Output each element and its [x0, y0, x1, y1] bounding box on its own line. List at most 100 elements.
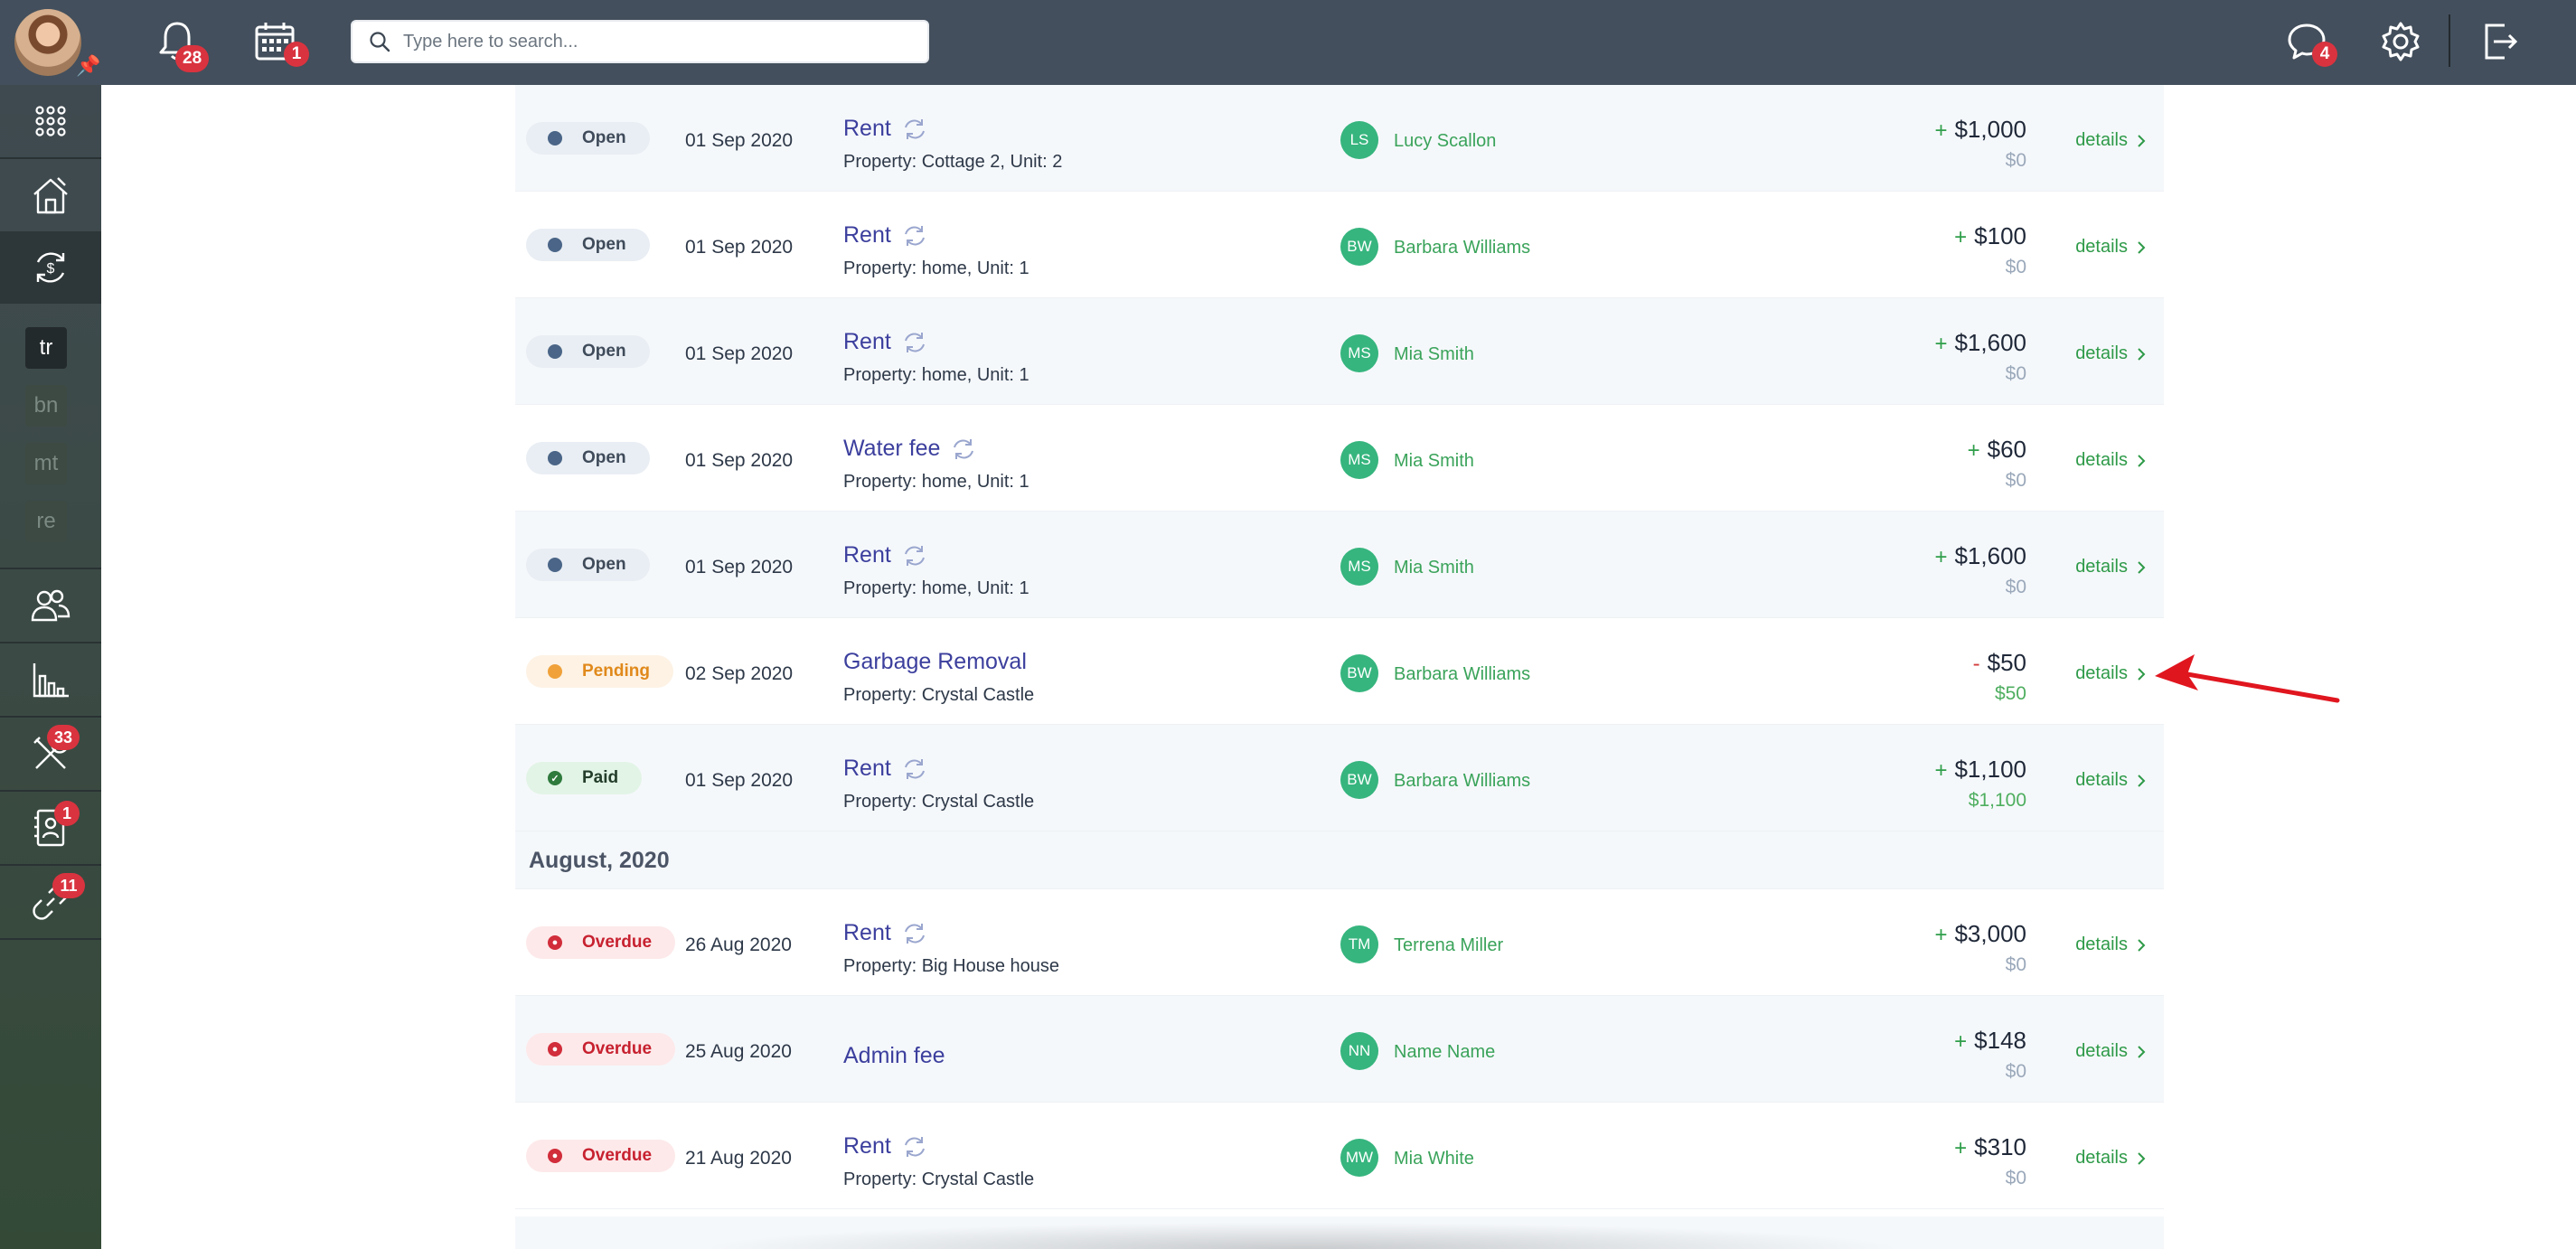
payer-avatar: BW [1340, 228, 1378, 266]
transaction-title-link[interactable]: Garbage Removal [843, 649, 1027, 675]
settings-button[interactable] [2374, 14, 2428, 69]
transaction-title[interactable]: Rent [843, 116, 891, 142]
sidebar-item-people[interactable] [0, 569, 101, 642]
recurring-icon [904, 758, 925, 779]
integrations-badge: 11 [52, 873, 85, 898]
payer-name-link[interactable]: Name Name [1394, 1042, 1495, 1063]
amount: - $50 [1973, 649, 2026, 677]
transaction-title-link[interactable]: Rent [843, 542, 927, 568]
calendar-button[interactable]: 1 [248, 14, 309, 69]
property-label: Property: Crystal Castle [843, 685, 1035, 705]
transaction-title[interactable]: Rent [843, 222, 891, 249]
sidebar-code-tr[interactable]: tr [25, 327, 67, 369]
details-link[interactable]: details [2075, 1041, 2146, 1062]
logout-button[interactable] [2473, 14, 2527, 69]
amount: + $1,000 [1934, 116, 2026, 144]
transaction-title-link[interactable]: Rent [843, 756, 927, 782]
payer-avatar: MS [1340, 334, 1378, 372]
transaction-title-link[interactable]: Rent [843, 222, 927, 249]
sidebar-item-integrations[interactable] [0, 866, 101, 938]
search-icon [370, 32, 390, 52]
messages-button[interactable]: 4 [2280, 14, 2337, 69]
sidebar-item-accounting[interactable]: $ [0, 231, 101, 304]
sidebar-item-properties[interactable] [0, 159, 101, 231]
table-row[interactable]: ● Overdue 26 Aug 2020 Rent Property: Big Hou… [515, 889, 2164, 996]
table-row[interactable]: ● Overdue 21 Aug 2020 Rent Property: Crystal… [515, 1103, 2164, 1209]
details-link[interactable]: details [2075, 934, 2146, 955]
payer-name-link[interactable]: Terrena Miller [1394, 935, 1503, 956]
details-link[interactable]: details [2075, 557, 2146, 578]
status-badge: ● Overdue [526, 1033, 676, 1066]
details-link[interactable]: details [2075, 130, 2146, 151]
details-link[interactable]: details [2075, 663, 2146, 684]
recurring-icon [904, 118, 925, 139]
table-row[interactable]: Pending 02 Sep 2020 Garbage Removal Propert… [515, 618, 2164, 725]
transaction-title[interactable]: Rent [843, 1133, 891, 1160]
user-avatar[interactable] [14, 9, 81, 76]
details-link[interactable]: details [2075, 343, 2146, 364]
transaction-title[interactable]: Garbage Removal [843, 649, 1027, 675]
details-link[interactable]: details [2075, 770, 2146, 791]
status-label: Pending [582, 662, 650, 681]
sidebar-code-mt[interactable]: mt [25, 443, 67, 484]
transaction-date: 26 Aug 2020 [685, 934, 792, 955]
status-dot-icon [548, 664, 562, 679]
amount-value: $1,600 [1954, 542, 2026, 569]
payer-name-link[interactable]: Mia Smith [1394, 344, 1474, 365]
recurring-icon [904, 923, 925, 944]
sidebar-code-re[interactable]: re [25, 501, 67, 542]
payer-name-link[interactable]: Mia White [1394, 1149, 1474, 1169]
notifications-button[interactable]: 28 [150, 14, 210, 72]
transaction-title[interactable]: Rent [843, 542, 891, 568]
details-label[interactable]: details [2075, 1041, 2128, 1062]
transaction-title[interactable]: Admin fee [843, 1043, 945, 1069]
apps-menu-button[interactable] [0, 85, 101, 157]
details-label[interactable]: details [2075, 934, 2128, 955]
transaction-title[interactable]: Water fee [843, 436, 940, 462]
payer-name-link[interactable]: Mia Smith [1394, 558, 1474, 578]
payer-name-link[interactable]: Barbara Williams [1394, 238, 1530, 258]
table-row[interactable]: ● Overdue 25 Aug 2020 Admin fee NN Name Name +… [515, 996, 2164, 1103]
paid-amount: $1,100 [1968, 790, 2026, 811]
pin-icon[interactable]: 📌 [76, 54, 100, 78]
details-link[interactable]: details [2075, 237, 2146, 258]
transaction-title[interactable]: Rent [843, 756, 891, 782]
details-label[interactable]: details [2075, 1148, 2128, 1169]
recurring-icon [904, 332, 925, 352]
details-label[interactable]: details [2075, 557, 2128, 578]
transaction-title-link[interactable]: Rent [843, 116, 927, 142]
details-link[interactable]: details [2075, 1148, 2146, 1169]
sidebar-item-contacts[interactable] [0, 792, 101, 864]
status-dot-icon [548, 558, 562, 572]
details-label[interactable]: details [2075, 450, 2128, 471]
payer-name-link[interactable]: Lucy Scallon [1394, 131, 1496, 152]
transaction-title-link[interactable]: Rent [843, 920, 927, 946]
status-dot-icon [548, 238, 562, 252]
details-label[interactable]: details [2075, 130, 2128, 151]
transaction-title-link[interactable]: Rent [843, 1133, 927, 1160]
sidebar-item-reports[interactable] [0, 643, 101, 716]
transaction-title-link[interactable]: Water fee [843, 436, 976, 462]
transaction-title-link[interactable]: Rent [843, 329, 927, 355]
details-link[interactable]: details [2075, 450, 2146, 471]
details-label[interactable]: details [2075, 770, 2128, 791]
payer-name-link[interactable]: Mia Smith [1394, 451, 1474, 472]
payer-name-link[interactable]: Barbara Williams [1394, 664, 1530, 685]
table-row[interactable]: Open 01 Sep 2020 Rent Property: home, Unit:… [515, 192, 2164, 298]
details-label[interactable]: details [2075, 343, 2128, 364]
transaction-title-link[interactable]: Admin fee [843, 1043, 945, 1069]
transaction-title[interactable]: Rent [843, 920, 891, 946]
table-row[interactable]: Open 01 Sep 2020 Rent Property: home, Unit:… [515, 298, 2164, 405]
table-row[interactable]: Open 01 Sep 2020 Water fee Property: home, … [515, 405, 2164, 512]
payer-name-link[interactable]: Barbara Williams [1394, 771, 1530, 792]
table-row[interactable]: Open 01 Sep 2020 Rent Property: Cottage 2, … [515, 85, 2164, 192]
table-row[interactable]: Open 01 Sep 2020 Rent Property: home, Unit:… [515, 512, 2164, 618]
transaction-date: 02 Sep 2020 [685, 663, 794, 684]
table-row[interactable]: ✓ Paid 01 Sep 2020 Rent Property: Crystal Ca… [515, 725, 2164, 831]
sidebar-code-bn[interactable]: bn [25, 385, 67, 427]
transaction-title[interactable]: Rent [843, 329, 891, 355]
details-label[interactable]: details [2075, 663, 2128, 684]
search-input[interactable] [403, 31, 909, 52]
search-box[interactable] [351, 20, 929, 63]
details-label[interactable]: details [2075, 237, 2128, 258]
